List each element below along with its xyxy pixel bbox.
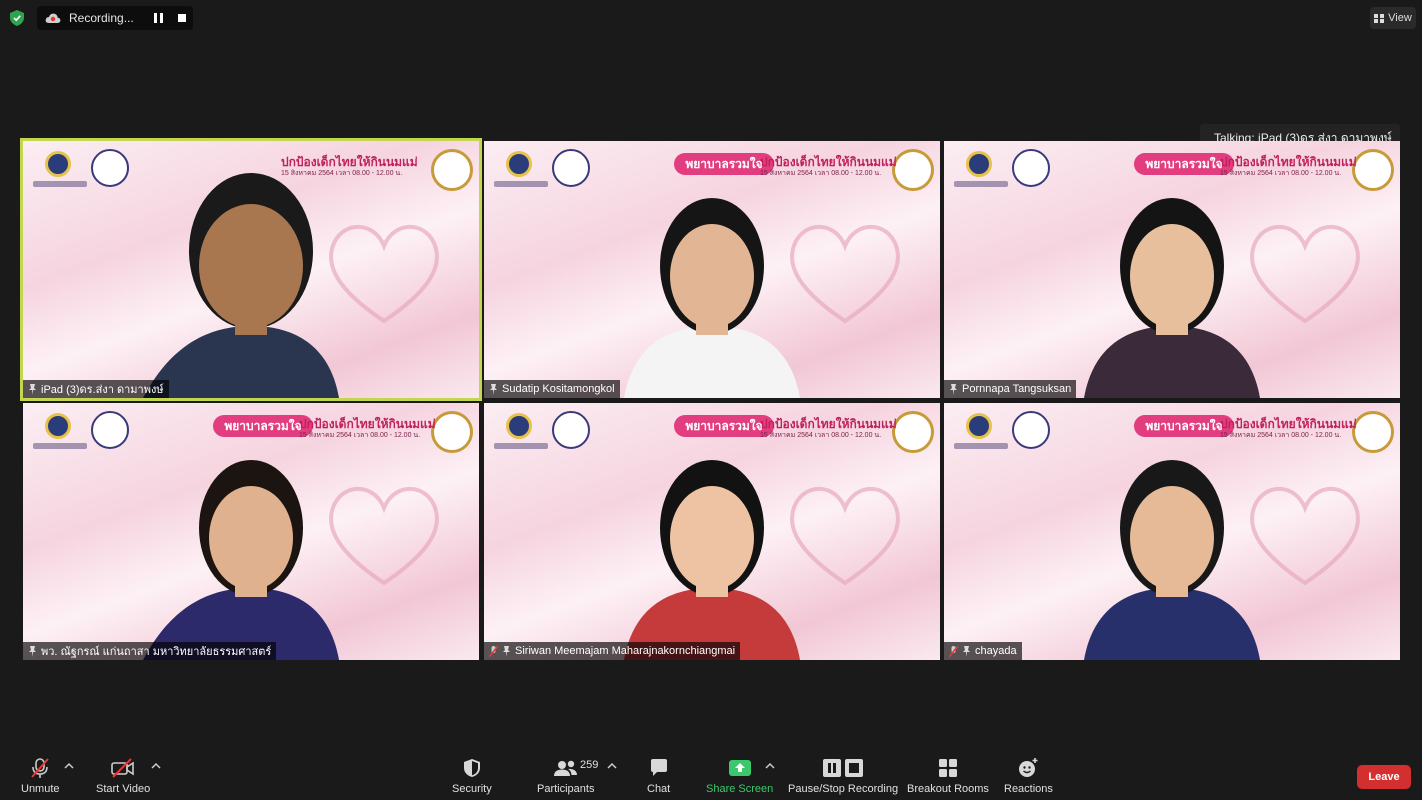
video-tile[interactable]: พยาบาลรวมใจ ปกป้องเด็กไทยให้กินนมแม่ 15 …	[484, 141, 940, 398]
start-video-label: Start Video	[96, 783, 151, 795]
video-tile[interactable]: พยาบาลรวมใจ ปกป้องเด็กไทยให้กินนมแม่ 15 …	[944, 403, 1400, 660]
participant-name: Sudatip Kositamongkol	[502, 383, 615, 395]
breakout-rooms-label: Breakout Rooms	[907, 783, 989, 795]
video-tile[interactable]: พยาบาลรวมใจ ปกป้องเด็กไทยให้กินนมแม่ 15 …	[23, 403, 479, 660]
share-options-chevron-icon[interactable]	[765, 762, 775, 770]
participants-icon	[553, 760, 577, 776]
participant-nametag: พว. ณัฐกรณ์ แก่นถาสา มหาวิทยาลัยธรรมศาสต…	[23, 642, 277, 660]
reactions-smiley-icon	[1019, 758, 1038, 777]
participant-name: Pornnapa Tangsuksan	[962, 383, 1072, 395]
participant-nametag: chayada	[944, 642, 1022, 660]
pin-icon	[29, 645, 36, 657]
participant-nametag: Pornnapa Tangsuksan	[944, 380, 1077, 398]
chat-label: Chat	[647, 783, 671, 795]
unmute-label: Unmute	[21, 783, 60, 795]
security-shield-icon	[10, 10, 24, 26]
unmute-button[interactable]: Unmute	[21, 756, 60, 795]
meeting-toolbar: Unmute Start Video Security Participants…	[0, 748, 1422, 800]
participant-name: chayada	[975, 645, 1017, 657]
participant-video	[1084, 460, 1260, 660]
breakout-rooms-button[interactable]: Breakout Rooms	[907, 756, 989, 795]
top-bar: Recording... View	[0, 0, 1422, 36]
muted-microphone-icon	[31, 758, 50, 778]
cloud-recording-icon	[45, 13, 61, 23]
breakout-rooms-icon	[938, 759, 957, 777]
pin-icon	[950, 383, 957, 395]
grid-view-icon	[1374, 13, 1385, 23]
share-screen-arrow-icon	[728, 760, 751, 776]
audio-options-chevron-icon[interactable]	[64, 762, 74, 770]
recording-label: Recording...	[69, 11, 134, 25]
participants-label: Participants	[537, 783, 595, 795]
muted-mic-icon	[949, 645, 958, 657]
muted-mic-icon	[489, 645, 498, 657]
view-label: View	[1388, 12, 1412, 24]
video-tile[interactable]: พยาบาลรวมใจ ปกป้องเด็กไทยให้กินนมแม่ 15 …	[484, 403, 940, 660]
participant-video	[1084, 198, 1260, 398]
participant-video	[143, 173, 339, 398]
share-screen-button[interactable]: Share Screen	[706, 756, 773, 795]
participant-name: พว. ณัฐกรณ์ แก่นถาสา มหาวิทยาลัยธรรมศาสต…	[41, 646, 272, 658]
security-button[interactable]: Security	[452, 756, 492, 795]
security-label: Security	[452, 783, 492, 795]
recording-indicator: Recording...	[37, 6, 193, 30]
pin-icon	[29, 383, 36, 395]
view-button[interactable]: View	[1370, 7, 1416, 29]
pin-icon	[963, 645, 970, 657]
participant-video	[624, 460, 800, 660]
participants-options-chevron-icon[interactable]	[607, 762, 617, 770]
reactions-button[interactable]: Reactions	[1004, 756, 1053, 795]
participants-count: 259	[580, 759, 599, 771]
start-video-button[interactable]: Start Video	[96, 756, 150, 795]
pause-stop-label: Pause/Stop Recording	[788, 783, 899, 795]
share-screen-label: Share Screen	[706, 783, 774, 795]
participant-video	[143, 460, 339, 660]
chat-bubble-icon	[650, 759, 667, 776]
leave-button[interactable]: Leave	[1357, 765, 1411, 789]
pause-stop-icon	[823, 759, 864, 777]
reactions-label: Reactions	[1004, 783, 1053, 795]
pin-icon	[490, 383, 497, 395]
pause-stop-recording-button[interactable]: Pause/Stop Recording	[788, 756, 898, 795]
participant-name: Siriwan Meemajam Maharajnakornchiangmai	[515, 645, 736, 657]
participant-nametag: iPad (3)ดร.ส่งา ดามาพงษ์	[23, 380, 169, 398]
video-off-icon	[111, 758, 134, 778]
pin-icon	[503, 645, 510, 657]
security-shield-icon	[463, 759, 480, 777]
pause-recording-icon[interactable]	[154, 13, 163, 23]
chat-button[interactable]: Chat	[647, 756, 670, 795]
video-tile[interactable]: พยาบาลรวมใจ ปกป้องเด็กไทยให้กินนมแม่ 15 …	[20, 138, 482, 401]
video-tile[interactable]: พยาบาลรวมใจ ปกป้องเด็กไทยให้กินนมแม่ 15 …	[944, 141, 1400, 398]
participant-video	[624, 198, 800, 398]
participant-name: iPad (3)ดร.ส่งา ดามาพงษ์	[41, 384, 164, 396]
participant-nametag: Sudatip Kositamongkol	[484, 380, 620, 398]
participant-nametag: Siriwan Meemajam Maharajnakornchiangmai	[484, 642, 741, 660]
stop-recording-icon[interactable]	[178, 14, 186, 22]
video-options-chevron-icon[interactable]	[151, 762, 161, 770]
